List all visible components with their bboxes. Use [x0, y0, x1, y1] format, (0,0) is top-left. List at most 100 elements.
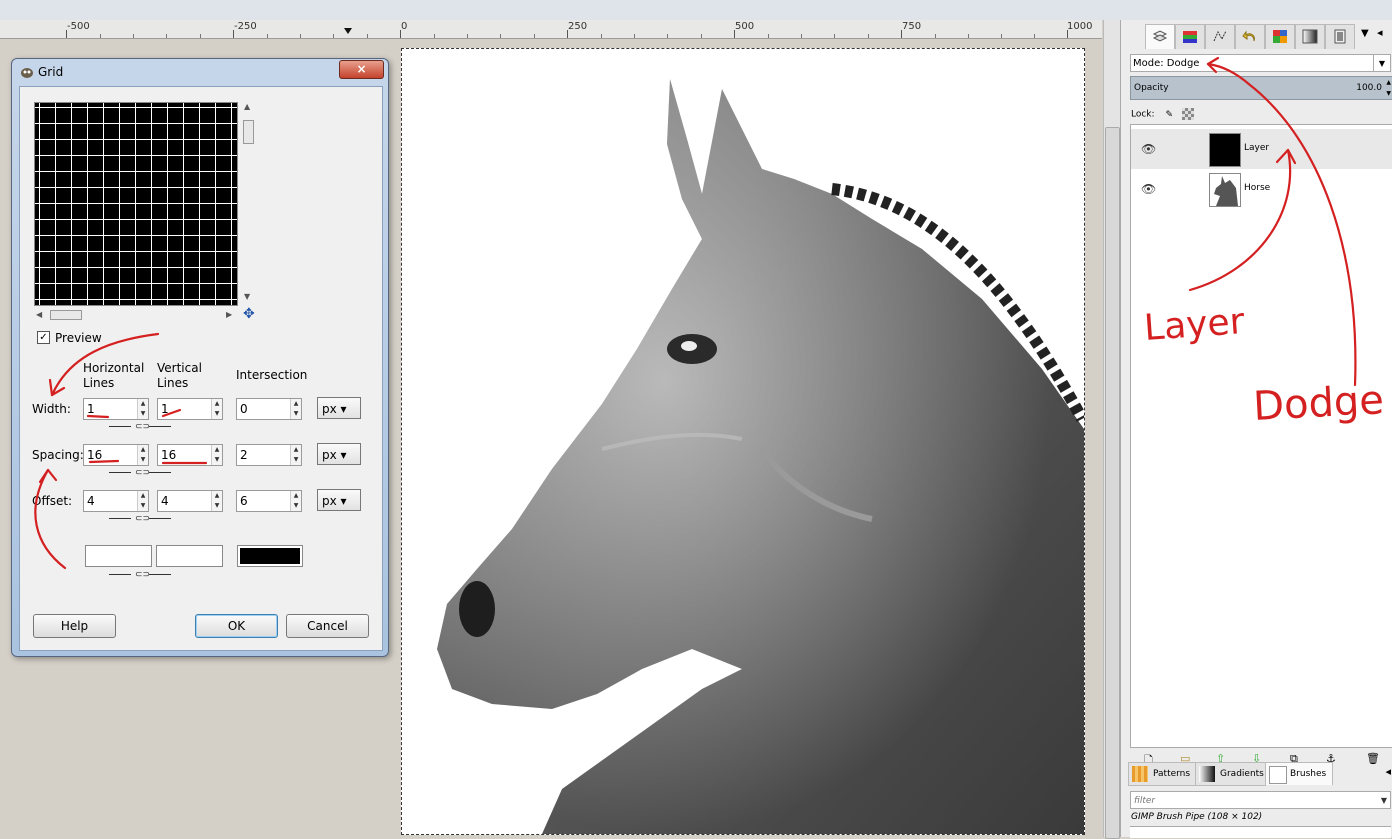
tab-undo[interactable] [1235, 24, 1265, 49]
intersection-color-button[interactable] [237, 545, 303, 567]
offset-chain-icon[interactable]: ⊂⊃ [109, 513, 171, 527]
horizontal-color-button[interactable] [85, 545, 152, 567]
spacing-chain-icon[interactable]: ⊂⊃ [109, 467, 171, 481]
horse-image [437, 79, 1084, 834]
paths-icon [1213, 30, 1227, 42]
brush-tab-bar: Patterns Gradients Brushes ◂ [1128, 760, 1391, 786]
spacing-vertical-input[interactable]: 16 ▲ ▼ [157, 444, 223, 466]
layer-name[interactable]: Layer [1244, 143, 1269, 153]
eye-icon[interactable]: 👁 [1141, 182, 1156, 196]
color-chain-icon[interactable]: ⊂⊃ [109, 569, 171, 583]
spacing-unit-select[interactable]: px ▾ [317, 443, 361, 465]
scroll-left-icon[interactable]: ◀ [36, 310, 42, 319]
scroll-right-icon[interactable]: ▶ [226, 310, 232, 319]
scroll-down-icon[interactable]: ▼ [244, 292, 250, 301]
lock-alpha-icon[interactable] [1181, 108, 1194, 120]
grid-dialog: Grid × ▲ ▼ ◀ ▶ ✥ ✓ Preview Horizontal Li… [11, 58, 389, 657]
width-chain-icon[interactable]: ⊂⊃ [109, 421, 171, 435]
ruler-label: 0 [401, 21, 408, 32]
scroll-thumb[interactable] [243, 120, 254, 144]
brush-name: GIMP Brush Pipe (108 × 102) [1131, 812, 1263, 822]
close-button[interactable]: × [339, 60, 384, 79]
tab-channels[interactable] [1175, 24, 1205, 49]
gimp-icon [21, 68, 33, 78]
image-icon [1334, 29, 1346, 44]
preview-label: Preview [55, 331, 102, 345]
tab-colormap[interactable] [1265, 24, 1295, 49]
offset-intersection-input[interactable]: 6 ▲ ▼ [236, 490, 302, 512]
ruler-label: 500 [735, 21, 755, 32]
colormap-icon [1273, 30, 1287, 43]
ruler-label: 250 [568, 21, 588, 32]
canvas-vertical-scrollbar[interactable] [1103, 20, 1120, 839]
scroll-up-icon[interactable]: ▲ [244, 102, 250, 111]
offset-unit-select[interactable]: px ▾ [317, 489, 361, 511]
top-strip [0, 0, 1392, 21]
preview-vertical-scrollbar[interactable]: ▲ ▼ [242, 102, 254, 304]
tab-gradients[interactable]: Gradients [1195, 762, 1266, 786]
channels-icon [1183, 31, 1197, 43]
horizontal-ruler[interactable]: -500 -250 0 250 500 750 1000 [0, 20, 1102, 39]
tab-paths[interactable] [1205, 24, 1235, 49]
offset-label: Offset: [32, 494, 73, 508]
lock-pixels-icon[interactable]: ✎ [1165, 110, 1173, 120]
offset-horizontal-input[interactable]: 4 ▲ ▼ [83, 490, 149, 512]
scroll-thumb[interactable] [50, 310, 82, 320]
layers-dock: ▼ ◂ Mode: Dodge ▼ Opacity 100.0 ▲ ▼ Lock:… [1120, 20, 1392, 838]
layers-icon [1152, 30, 1168, 42]
brush-filter-input[interactable]: filter ▼ [1130, 791, 1391, 809]
vertical-color-button[interactable] [156, 545, 223, 567]
layer-row[interactable]: 👁 Horse [1131, 169, 1392, 209]
width-vertical-input[interactable]: 1 ▲ ▼ [157, 398, 223, 420]
help-button[interactable]: Help [33, 614, 116, 638]
dock-tab-bar: ▼ ◂ [1125, 22, 1391, 49]
mode-select[interactable]: Mode: Dodge ▼ [1130, 54, 1391, 72]
width-horizontal-input[interactable]: 1 ▲ ▼ [83, 398, 149, 420]
tab-menu-icon[interactable]: ▼ [1361, 28, 1369, 39]
preview-horizontal-scrollbar[interactable]: ◀ ▶ [34, 309, 236, 321]
header-intersection: Intersection [236, 368, 308, 382]
undo-icon [1242, 30, 1255, 42]
cancel-button[interactable]: Cancel [286, 614, 369, 638]
tab-images[interactable] [1325, 24, 1355, 49]
lock-label: Lock: [1131, 109, 1155, 120]
width-unit-select[interactable]: px ▾ [317, 397, 361, 419]
eye-icon[interactable]: 👁 [1141, 142, 1156, 156]
preview-checkbox[interactable]: ✓ [37, 331, 50, 344]
dock-config-icon[interactable]: ◂ [1385, 765, 1391, 778]
dialog-body: ▲ ▼ ◀ ▶ ✥ ✓ Preview Horizontal Lines Ver… [19, 86, 383, 651]
spacing-intersection-input[interactable]: 2 ▲ ▼ [236, 444, 302, 466]
grid-preview [34, 102, 238, 306]
layer-row[interactable]: 👁 Layer [1131, 129, 1392, 169]
layers-list[interactable]: 👁 Layer 👁 Horse [1130, 124, 1392, 748]
layer-name[interactable]: Horse [1244, 183, 1270, 193]
tab-brushes[interactable]: Brushes [1265, 762, 1333, 785]
spacing-horizontal-input[interactable]: 16 ▲ ▼ [83, 444, 149, 466]
navigate-move-icon[interactable]: ✥ [243, 306, 255, 322]
pointer-marker [344, 28, 352, 34]
offset-vertical-input[interactable]: 4 ▲ ▼ [157, 490, 223, 512]
header-horizontal-lines: Horizontal Lines [83, 361, 145, 390]
brush-list[interactable] [1130, 826, 1391, 838]
tab-layers[interactable] [1145, 24, 1175, 49]
image-canvas[interactable] [401, 48, 1085, 835]
scroll-thumb[interactable] [1105, 127, 1120, 839]
layer-thumbnail [1209, 173, 1241, 207]
width-intersection-input[interactable]: 0 ▲ ▼ [236, 398, 302, 420]
tab-histogram[interactable] [1295, 24, 1325, 49]
brushes-icon [1269, 766, 1287, 784]
chevron-down-icon: ▼ [1380, 796, 1387, 805]
gradient-icon [1302, 29, 1318, 44]
chevron-down-icon: ▼ [1373, 55, 1390, 71]
dock-config-icon[interactable]: ◂ [1377, 26, 1383, 39]
ruler-label: -250 [234, 21, 257, 32]
layer-thumbnail [1209, 133, 1241, 167]
width-label: Width: [32, 402, 71, 416]
tab-patterns[interactable]: Patterns [1128, 762, 1196, 786]
lock-row: Lock: ✎ [1131, 108, 1194, 120]
ruler-label: 1000 [1067, 21, 1093, 32]
ruler-label: -500 [67, 21, 90, 32]
spacing-label: Spacing: [32, 448, 84, 462]
opacity-slider[interactable]: Opacity 100.0 ▲ ▼ [1130, 76, 1392, 100]
ok-button[interactable]: OK [195, 614, 278, 638]
